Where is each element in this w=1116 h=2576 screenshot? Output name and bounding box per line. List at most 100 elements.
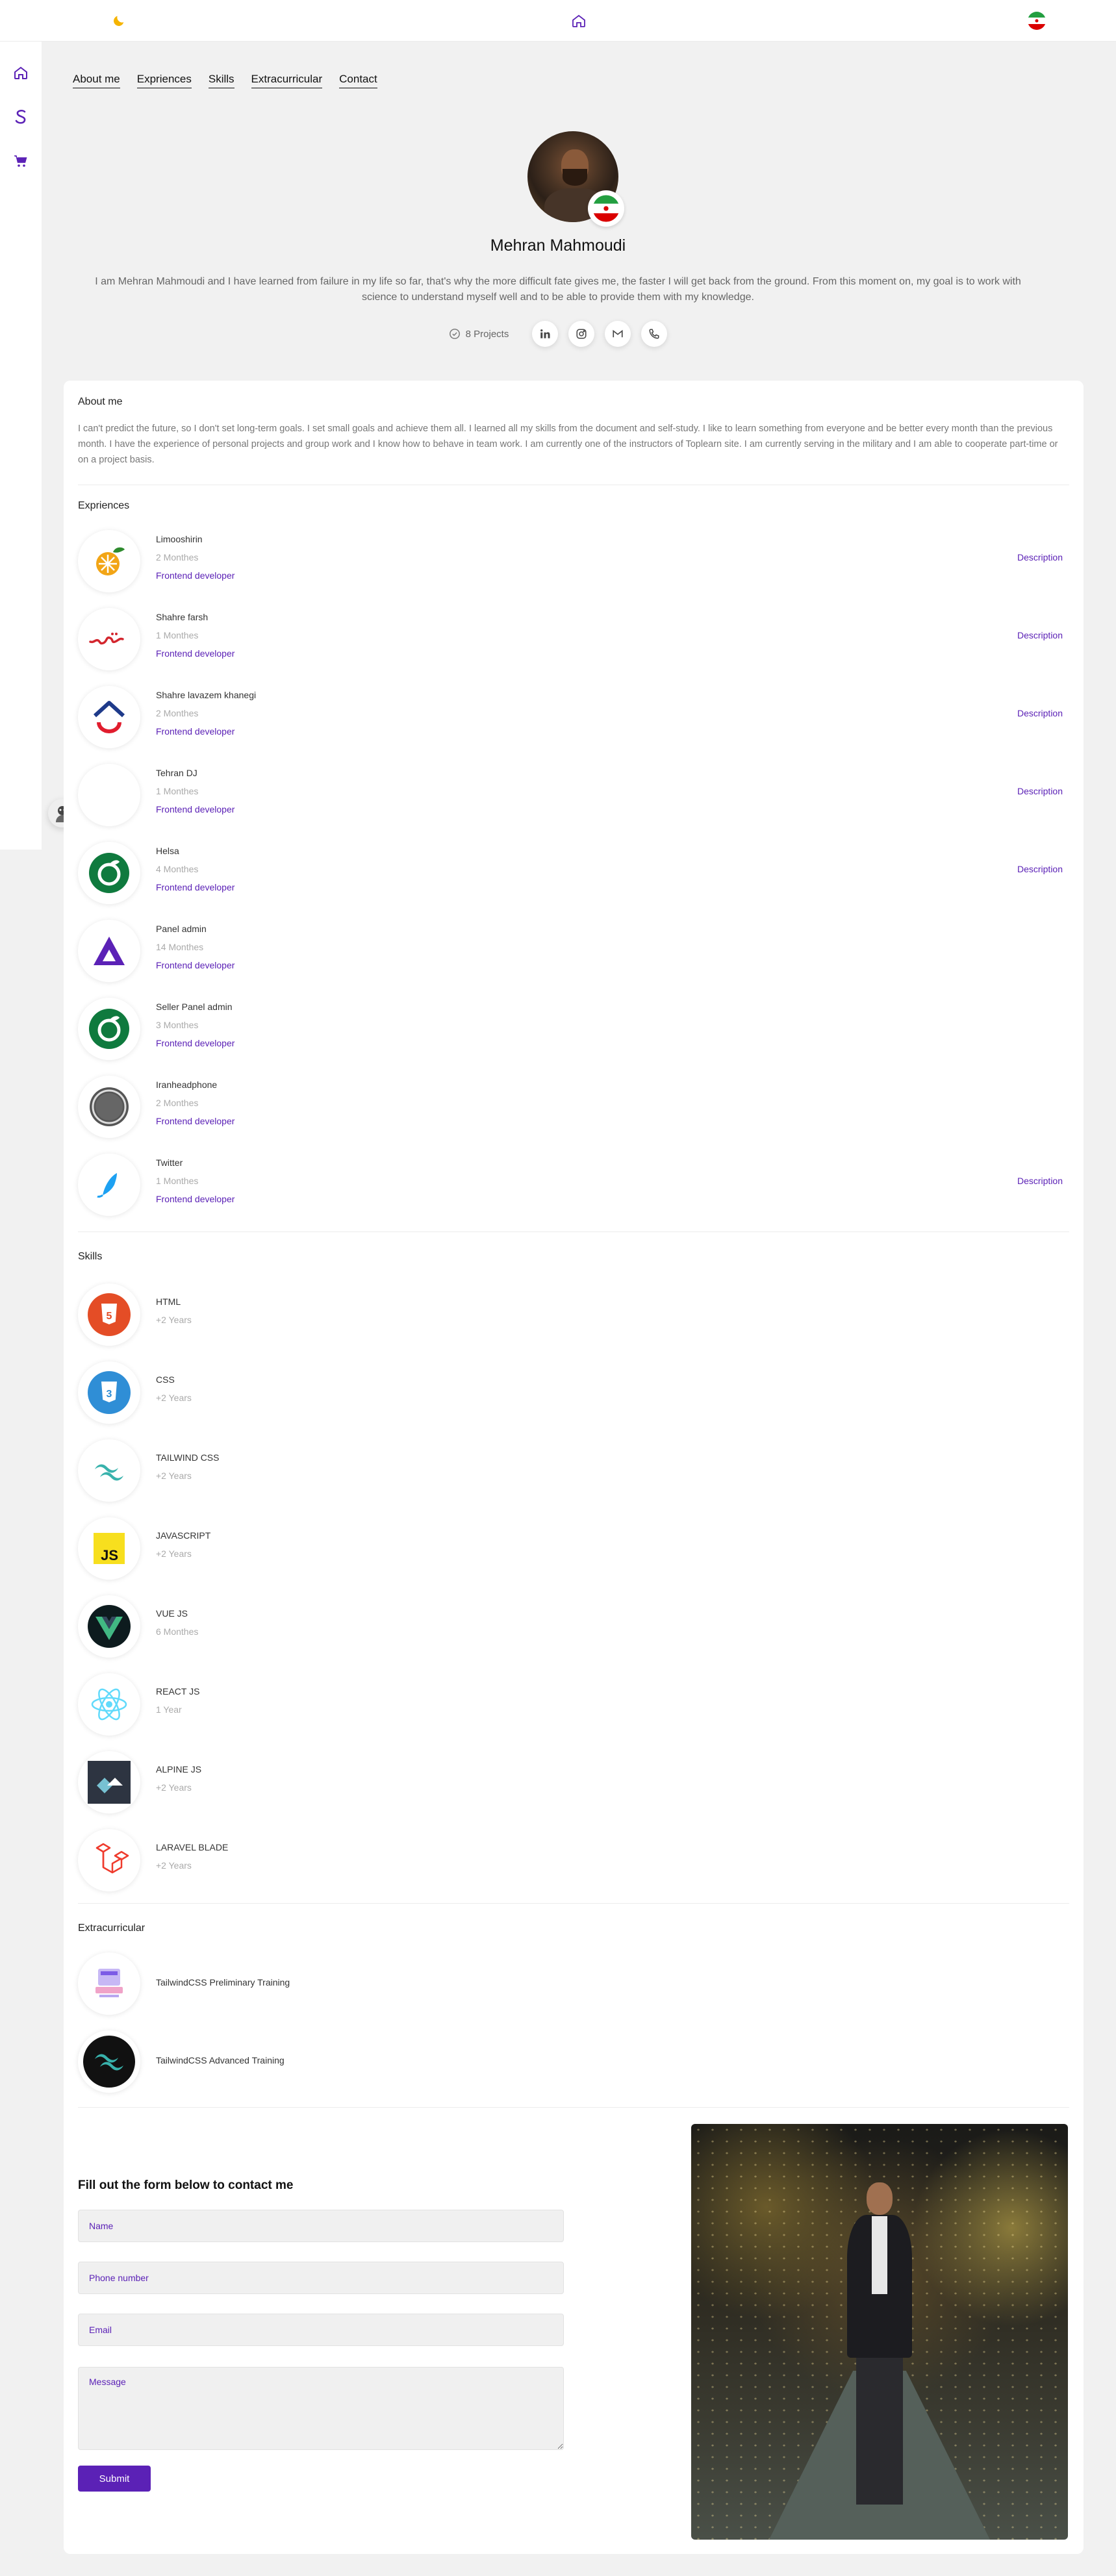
svg-text:JS: JS: [101, 1547, 118, 1563]
react-icon: [78, 1673, 140, 1736]
experience-title: Panel admin: [156, 924, 207, 934]
tehran-dj-logo-icon: [78, 764, 140, 826]
experience-item: Shahre farsh 1 Monthes Frontend develope…: [78, 601, 1069, 679]
tailwind-icon: [78, 1439, 140, 1502]
tab-expriences[interactable]: Expriences: [136, 73, 192, 88]
skill-title: TAILWIND CSS: [156, 1452, 220, 1463]
description-link[interactable]: Description: [1017, 864, 1063, 874]
extracurricular-title-text: TailwindCSS Preliminary Training: [156, 1977, 290, 1988]
skill-duration: +2 Years: [156, 1471, 192, 1481]
message-field[interactable]: [78, 2367, 564, 2450]
experience-item: Panel admin 14 Monthes Frontend develope…: [78, 913, 1069, 991]
skill-title: ALPINE JS: [156, 1764, 202, 1774]
tab-contact[interactable]: Contact: [339, 73, 377, 88]
experience-title: Helsa: [156, 846, 179, 856]
description-link[interactable]: Description: [1017, 708, 1063, 718]
experience-item: Tehran DJ 1 Monthes Frontend developer D…: [78, 757, 1069, 835]
experience-item: Iranheadphone 2 Monthes Frontend develop…: [78, 1069, 1069, 1147]
experience-title: Limooshirin: [156, 534, 203, 544]
experience-duration: 3 Monthes: [156, 1020, 199, 1030]
skill-title: VUE JS: [156, 1608, 188, 1619]
description-link[interactable]: Description: [1017, 630, 1063, 640]
content-card: About me I can't predict the future, so …: [64, 381, 1084, 2554]
email-field[interactable]: [78, 2314, 564, 2346]
extracurricular-item: TailwindCSS Preliminary Training: [78, 1946, 1069, 2024]
experience-role: Frontend developer: [156, 960, 235, 970]
projects-count: 8 Projects: [449, 328, 509, 340]
skill-item: TAILWIND CSS +2 Years: [78, 1433, 1069, 1511]
description-link[interactable]: Description: [1017, 1176, 1063, 1186]
phone-icon[interactable]: [641, 321, 668, 347]
css3-icon: 3: [78, 1361, 140, 1424]
experience-title: Shahre lavazem khanegi: [156, 690, 257, 700]
html5-icon: 5: [78, 1283, 140, 1346]
experience-item: Seller Panel admin 3 Monthes Frontend de…: [78, 991, 1069, 1069]
helsa-logo-icon: [78, 842, 140, 904]
shahre-farsh-logo-icon: [78, 608, 140, 670]
description-link[interactable]: Description: [1017, 552, 1063, 562]
svg-text:5: 5: [107, 1311, 112, 1322]
experience-role: Frontend developer: [156, 804, 235, 814]
skill-duration: +2 Years: [156, 1548, 192, 1559]
profile-intro: I am Mehran Mahmoudi and I have learned …: [95, 276, 1021, 303]
javascript-icon: JS: [78, 1517, 140, 1580]
skill-item: 3 CSS +2 Years: [78, 1355, 1069, 1433]
profile-name: Mehran Mahmoudi: [490, 236, 626, 255]
skill-title: CSS: [156, 1374, 175, 1385]
description-link[interactable]: Description: [1017, 786, 1063, 796]
experience-duration: 4 Monthes: [156, 864, 199, 874]
experience-duration: 1 Monthes: [156, 630, 199, 640]
home-icon[interactable]: [568, 10, 589, 31]
tab-about-me[interactable]: About me: [73, 73, 120, 88]
skill-duration: +2 Years: [156, 1393, 192, 1403]
divider: [78, 1903, 1069, 1904]
experience-duration: 2 Monthes: [156, 1098, 199, 1108]
experience-item: Twitter 1 Monthes Frontend developer Des…: [78, 1147, 1069, 1225]
linkedin-icon[interactable]: [532, 321, 559, 347]
s-logo-icon[interactable]: [9, 105, 32, 129]
experience-item: Shahre lavazem khanegi 2 Monthes Fronten…: [78, 679, 1069, 757]
skill-item: REACT JS 1 Year: [78, 1667, 1069, 1745]
experience-duration: 2 Monthes: [156, 708, 199, 718]
check-circle-icon: [449, 329, 460, 339]
experience-role: Frontend developer: [156, 648, 235, 659]
tab-skills[interactable]: Skills: [208, 73, 235, 88]
sidebar: [0, 42, 42, 850]
tab-extracurricular[interactable]: Extracurricular: [251, 73, 323, 88]
sidebar-home-icon[interactable]: [9, 61, 32, 84]
experience-duration: 1 Monthes: [156, 786, 199, 796]
experience-duration: 2 Monthes: [156, 552, 199, 562]
experience-title: Twitter: [156, 1157, 183, 1168]
about-text: I can't predict the future, so I don't s…: [78, 423, 1058, 465]
projects-label: 8 Projects: [465, 328, 509, 340]
skill-title: LARAVEL BLADE: [156, 1842, 229, 1852]
instagram-icon[interactable]: [568, 321, 595, 347]
skill-duration: 1 Year: [156, 1704, 182, 1715]
iranheadphone-logo-icon: [78, 1076, 140, 1138]
experience-role: Frontend developer: [156, 1116, 235, 1126]
gmail-icon[interactable]: [605, 321, 631, 347]
cart-icon[interactable]: [9, 149, 32, 173]
skill-item: JS JAVASCRIPT +2 Years: [78, 1511, 1069, 1589]
twitter-logo-icon: [78, 1154, 140, 1216]
skills-title: Skills: [78, 1251, 103, 1262]
skill-item: ALPINE JS +2 Years: [78, 1745, 1069, 1823]
contact-form-title: Fill out the form below to contact me: [78, 2178, 294, 2192]
experience-item: Limooshirin 2 Monthes Frontend developer…: [78, 524, 1069, 601]
moon-icon[interactable]: [108, 10, 129, 31]
name-field[interactable]: [78, 2210, 564, 2242]
laravel-icon: [78, 1829, 140, 1891]
seller-panel-logo-icon: [78, 998, 140, 1060]
experience-role: Frontend developer: [156, 882, 235, 892]
submit-button[interactable]: Submit: [78, 2466, 151, 2492]
iran-flag-icon[interactable]: [1026, 10, 1047, 31]
phone-number-field[interactable]: [78, 2262, 564, 2294]
experiences-title: Expriences: [78, 500, 130, 511]
experience-duration: 1 Monthes: [156, 1176, 199, 1186]
skill-item: 5 HTML +2 Years: [78, 1277, 1069, 1355]
skill-duration: +2 Years: [156, 1315, 192, 1325]
limooshirin-logo-icon: [78, 530, 140, 592]
alpine-icon: [78, 1751, 140, 1813]
skill-title: REACT JS: [156, 1686, 200, 1697]
skill-duration: 6 Monthes: [156, 1626, 199, 1637]
